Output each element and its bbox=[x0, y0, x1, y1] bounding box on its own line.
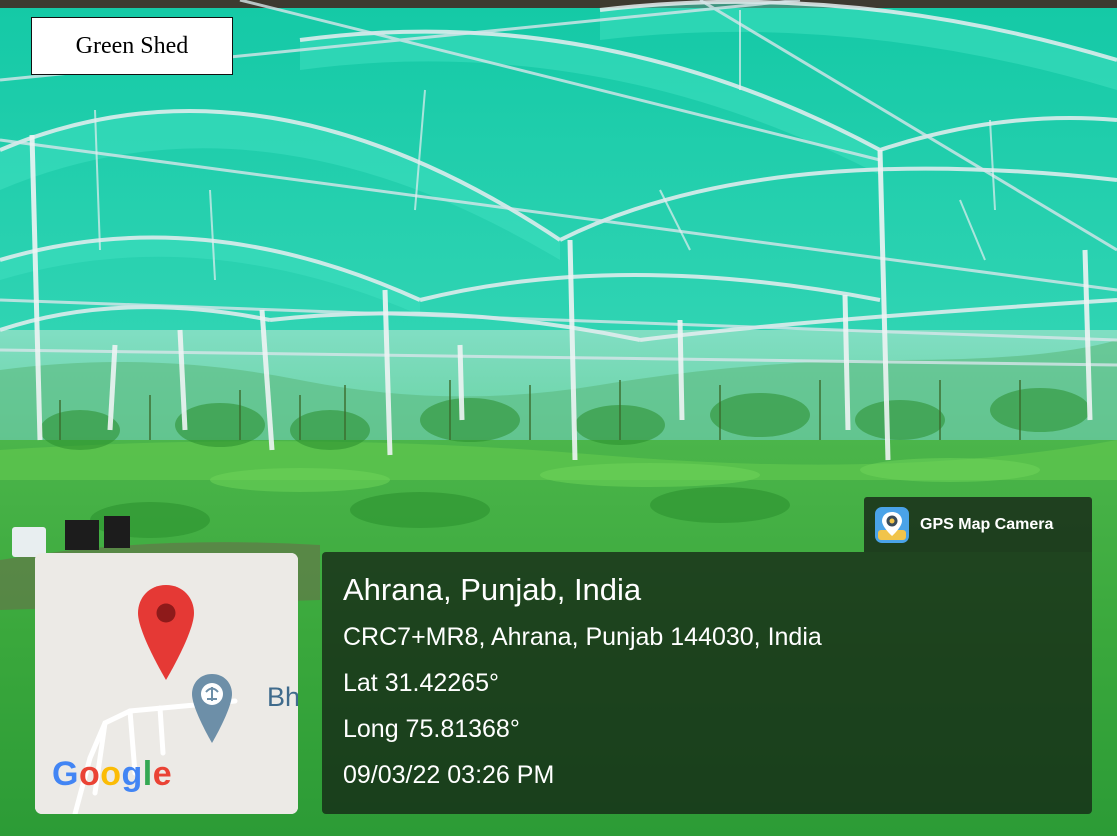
google-logo-letter: o bbox=[78, 755, 101, 793]
google-logo-letter: g bbox=[121, 755, 143, 793]
capture-datetime: 09/03/22 03:26 PM bbox=[343, 761, 555, 789]
photo-scene: Green Shed GPS Map Camera Bh Google Ahra… bbox=[0, 0, 1117, 836]
full-address: CRC7+MR8, Ahrana, Punjab 144030, India bbox=[343, 623, 822, 651]
caption-label: Green Shed bbox=[31, 17, 233, 75]
google-logo: Google bbox=[52, 755, 172, 794]
gps-camera-app-name: GPS Map Camera bbox=[920, 515, 1054, 533]
gps-camera-badge: GPS Map Camera bbox=[864, 497, 1092, 552]
google-logo-letter: l bbox=[142, 755, 153, 793]
location-name: Ahrana, Punjab, India bbox=[343, 572, 642, 607]
google-logo-letter: G bbox=[52, 755, 79, 793]
google-logo-letter: o bbox=[100, 755, 122, 793]
google-logo-letter: e bbox=[152, 755, 173, 793]
latitude: Lat 31.42265° bbox=[343, 669, 499, 697]
longitude: Long 75.81368° bbox=[343, 715, 520, 743]
location-info-panel: Ahrana, Punjab, India CRC7+MR8, Ahrana, … bbox=[322, 552, 1092, 814]
gps-camera-app-icon bbox=[875, 506, 909, 543]
map-place-label: Bha bbox=[267, 682, 298, 712]
map-thumbnail: Bha Google bbox=[35, 553, 298, 814]
